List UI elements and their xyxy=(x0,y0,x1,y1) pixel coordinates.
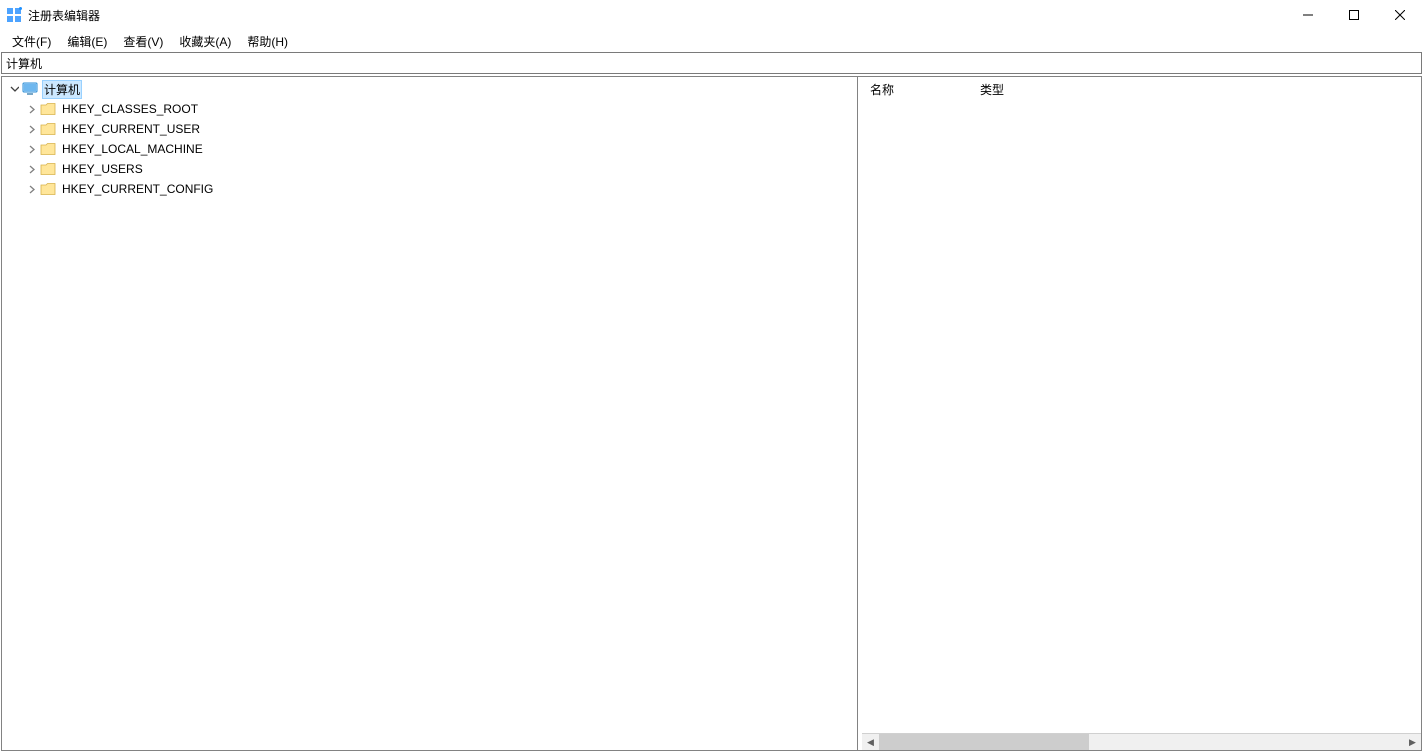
chevron-down-icon[interactable] xyxy=(6,81,22,97)
menu-file[interactable]: 文件(F) xyxy=(4,31,59,52)
minimize-button[interactable] xyxy=(1285,0,1331,30)
close-button[interactable] xyxy=(1377,0,1423,30)
folder-icon xyxy=(40,101,56,117)
chevron-right-icon[interactable] xyxy=(24,101,40,117)
folder-icon xyxy=(40,161,56,177)
scroll-left-icon[interactable]: ◀ xyxy=(862,734,879,751)
menu-help[interactable]: 帮助(H) xyxy=(239,31,296,52)
tree-hive-label: HKEY_CLASSES_ROOT xyxy=(60,101,200,117)
window-controls xyxy=(1285,0,1423,30)
chevron-right-icon[interactable] xyxy=(24,121,40,137)
column-name[interactable]: 名称 xyxy=(862,77,972,102)
tree-hive[interactable]: HKEY_USERS xyxy=(2,159,857,179)
app-icon xyxy=(6,7,22,23)
tree-hive-label: HKEY_CURRENT_USER xyxy=(60,121,202,137)
tree-root[interactable]: 计算机 xyxy=(2,79,857,99)
menu-view[interactable]: 查看(V) xyxy=(115,31,171,52)
menubar: 文件(F) 编辑(E) 查看(V) 收藏夹(A) 帮助(H) xyxy=(0,30,1423,52)
tree-pane[interactable]: 计算机 HKEY_CLASSES_ROOT HKEY_CURRENT_USER xyxy=(2,77,858,750)
values-pane: 名称 类型 ◀ ▶ xyxy=(862,77,1421,750)
folder-icon xyxy=(40,121,56,137)
folder-icon xyxy=(40,181,56,197)
path-text: 计算机 xyxy=(6,55,42,72)
values-header: 名称 类型 xyxy=(862,77,1421,101)
horizontal-scrollbar[interactable]: ◀ ▶ xyxy=(862,733,1421,750)
scroll-right-icon[interactable]: ▶ xyxy=(1404,734,1421,751)
path-bar[interactable]: 计算机 xyxy=(1,52,1422,74)
tree-hive-label: HKEY_CURRENT_CONFIG xyxy=(60,181,215,197)
tree-hive[interactable]: HKEY_CURRENT_CONFIG xyxy=(2,179,857,199)
titlebar: 注册表编辑器 xyxy=(0,0,1423,30)
tree-hive-label: HKEY_USERS xyxy=(60,161,145,177)
main-area: 计算机 HKEY_CLASSES_ROOT HKEY_CURRENT_USER xyxy=(1,76,1422,751)
values-body[interactable] xyxy=(862,101,1421,733)
menu-edit[interactable]: 编辑(E) xyxy=(59,31,115,52)
column-type[interactable]: 类型 xyxy=(972,77,1092,102)
scroll-track[interactable] xyxy=(879,734,1404,750)
scroll-thumb[interactable] xyxy=(879,734,1089,750)
tree-hive[interactable]: HKEY_CURRENT_USER xyxy=(2,119,857,139)
maximize-button[interactable] xyxy=(1331,0,1377,30)
chevron-right-icon[interactable] xyxy=(24,181,40,197)
tree-root-label: 计算机 xyxy=(42,80,82,99)
chevron-right-icon[interactable] xyxy=(24,161,40,177)
window-title: 注册表编辑器 xyxy=(28,7,1285,24)
folder-icon xyxy=(40,141,56,157)
chevron-right-icon[interactable] xyxy=(24,141,40,157)
menu-favorites[interactable]: 收藏夹(A) xyxy=(171,31,239,52)
tree-hive[interactable]: HKEY_LOCAL_MACHINE xyxy=(2,139,857,159)
tree-hive-label: HKEY_LOCAL_MACHINE xyxy=(60,141,205,157)
computer-icon xyxy=(22,81,38,97)
tree-hive[interactable]: HKEY_CLASSES_ROOT xyxy=(2,99,857,119)
